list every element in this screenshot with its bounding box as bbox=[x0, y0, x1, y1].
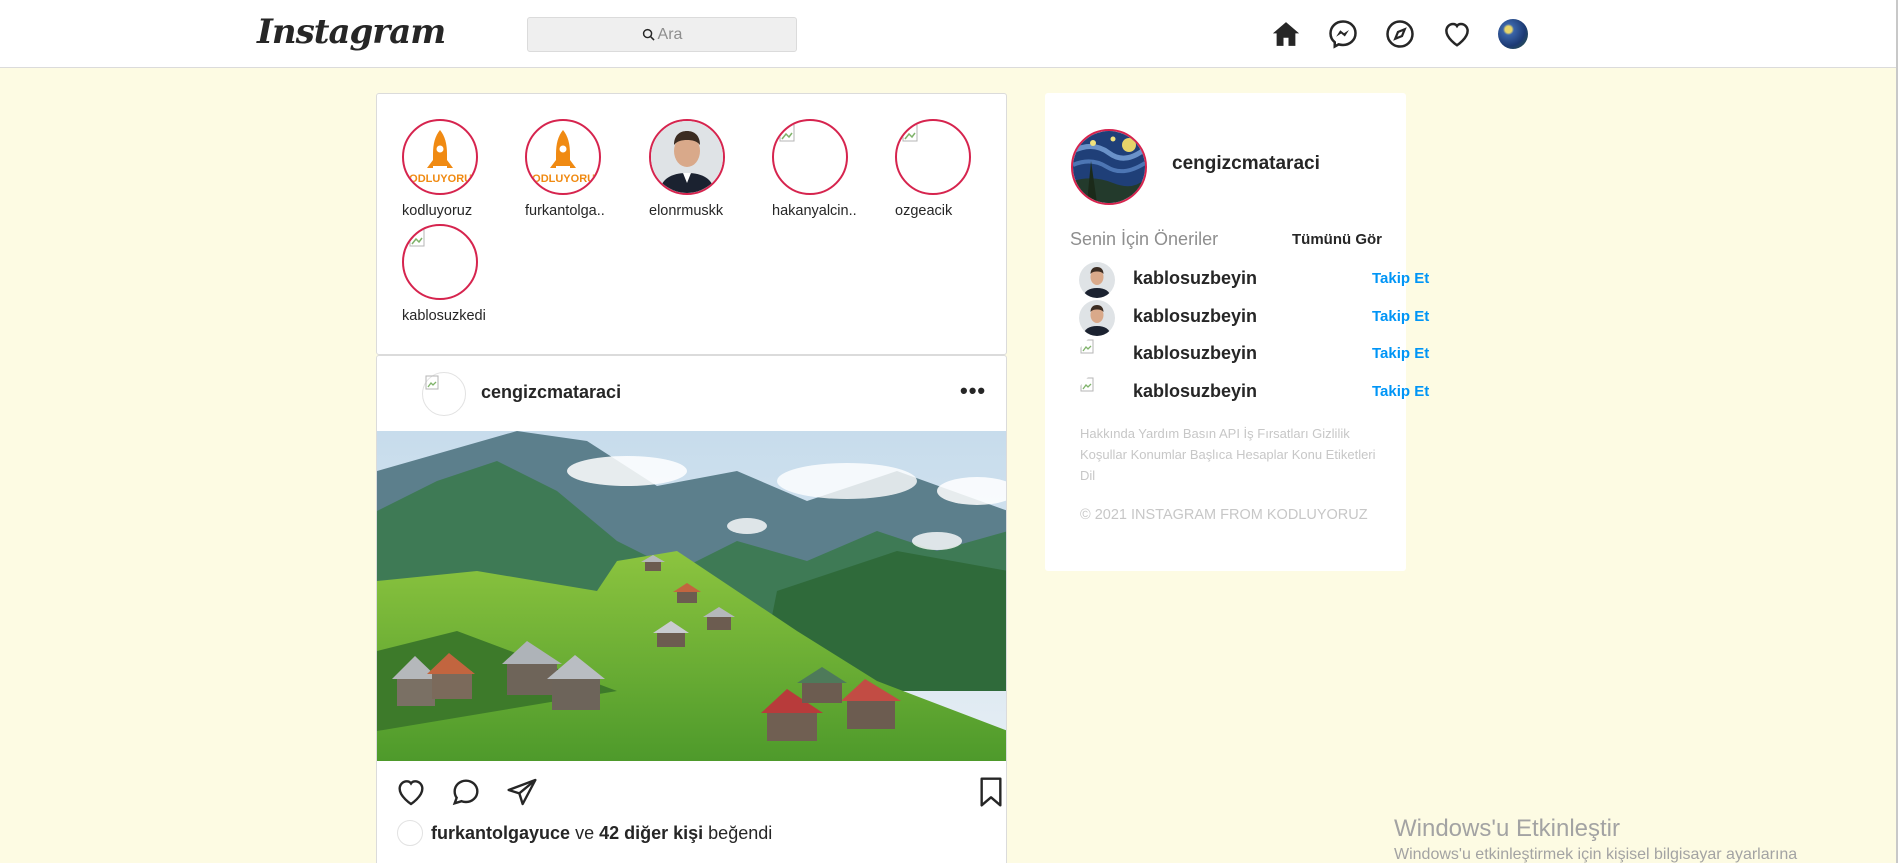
suggestion-avatar[interactable] bbox=[1079, 300, 1115, 336]
broken-image-icon bbox=[902, 124, 918, 142]
follow-button[interactable]: Takip Et bbox=[1372, 308, 1429, 325]
svg-text:KODLUYORUZ: KODLUYORUZ bbox=[405, 173, 475, 185]
heart-icon[interactable] bbox=[1441, 18, 1473, 50]
instagram-logo[interactable]: Instagram bbox=[257, 12, 446, 52]
home-icon[interactable] bbox=[1270, 18, 1302, 50]
story-name: kablosuzkedi bbox=[402, 308, 486, 324]
likes-others[interactable]: 42 diğer kişi bbox=[599, 823, 703, 843]
follow-button[interactable]: Takip Et bbox=[1372, 383, 1429, 400]
more-options-icon[interactable]: ••• bbox=[960, 380, 986, 402]
liker-username[interactable]: furkantolgayuce bbox=[431, 823, 570, 843]
story-name: ozgeacik bbox=[895, 203, 953, 219]
my-avatar[interactable] bbox=[1071, 129, 1147, 205]
rocket-logo-icon: KODLUYORUZ bbox=[405, 130, 475, 185]
suggestion-avatar[interactable] bbox=[1079, 375, 1115, 411]
liker-avatar[interactable] bbox=[397, 820, 423, 846]
story-name: hakanyalcin.. bbox=[772, 203, 857, 219]
story-item[interactable]: ozgeacik bbox=[895, 119, 1005, 219]
windows-activation-title: Windows'u Etkinleştir bbox=[1394, 815, 1620, 842]
my-username[interactable]: cengizcmataraci bbox=[1172, 153, 1320, 175]
broken-image-icon bbox=[425, 375, 439, 390]
rocket-logo-icon: KODLUYORUZ bbox=[528, 130, 598, 185]
follow-button[interactable]: Takip Et bbox=[1372, 270, 1429, 287]
copyright: © 2021 INSTAGRAM FROM KODLUYORUZ bbox=[1080, 507, 1368, 523]
comment-icon[interactable] bbox=[450, 776, 482, 813]
suggestion-name[interactable]: kablosuzbeyin bbox=[1133, 268, 1257, 289]
suggestion-item: kablosuzbeyin Takip Et bbox=[1079, 260, 1429, 298]
like-icon[interactable] bbox=[395, 776, 427, 813]
search-input[interactable]: Ara bbox=[527, 17, 797, 52]
top-nav: Instagram Ara bbox=[0, 0, 1898, 68]
story-name: kodluyoruz bbox=[402, 203, 473, 219]
post-actions bbox=[377, 761, 1006, 821]
stories-tray: KODLUYORUZ kodluyoruz KODLUYORUZ furkant… bbox=[376, 93, 1007, 355]
story-item[interactable]: KODLUYORUZ furkantolga.. bbox=[525, 119, 635, 219]
portrait-image bbox=[651, 121, 723, 193]
suggestion-avatar[interactable] bbox=[1079, 337, 1115, 373]
broken-image-icon bbox=[1080, 377, 1094, 392]
feed-post: cengizcmataraci ••• furkantolgayuce ve 4… bbox=[376, 355, 1007, 863]
story-avatar bbox=[649, 119, 725, 195]
suggestion-name[interactable]: kablosuzbeyin bbox=[1133, 343, 1257, 364]
story-avatar bbox=[895, 119, 971, 195]
story-name: furkantolga.. bbox=[525, 203, 605, 219]
story-name: elonrmuskk bbox=[649, 203, 724, 219]
suggestion-avatar[interactable] bbox=[1079, 262, 1115, 298]
story-item[interactable]: KODLUYORUZ kodluyoruz bbox=[402, 119, 512, 219]
suggestion-name[interactable]: kablosuzbeyin bbox=[1133, 306, 1257, 327]
post-avatar[interactable] bbox=[422, 372, 466, 416]
broken-image-icon bbox=[1080, 339, 1094, 354]
bookmark-icon[interactable] bbox=[977, 776, 1005, 813]
windows-activation-subtitle: Windows'u etkinleştirmek için kişisel bi… bbox=[1394, 846, 1798, 863]
suggestion-item: kablosuzbeyin Takip Et bbox=[1079, 298, 1429, 336]
likes-suffix: beğendi bbox=[708, 822, 773, 843]
svg-text:KODLUYORUZ: KODLUYORUZ bbox=[528, 173, 598, 185]
see-all-link[interactable]: Tümünü Gör bbox=[1292, 231, 1382, 248]
messenger-icon[interactable] bbox=[1327, 18, 1359, 50]
story-item[interactable]: elonrmuskk bbox=[649, 119, 759, 219]
sidebar: cengizcmataraci Senin İçin Öneriler Tümü… bbox=[1045, 93, 1429, 571]
suggestion-name[interactable]: kablosuzbeyin bbox=[1133, 381, 1257, 402]
broken-image-icon bbox=[779, 124, 795, 142]
likes-summary: furkantolgayuce ve 42 diğer kişi beğendi bbox=[397, 820, 772, 846]
broken-image-icon bbox=[409, 229, 425, 247]
post-image[interactable] bbox=[377, 431, 1006, 761]
starry-night-image bbox=[1073, 131, 1145, 203]
story-avatar: KODLUYORUZ bbox=[525, 119, 601, 195]
suggestion-item: kablosuzbeyin Takip Et bbox=[1079, 335, 1429, 373]
likes-conjunction: ve bbox=[575, 822, 595, 843]
story-avatar bbox=[402, 224, 478, 300]
search-placeholder: Ara bbox=[657, 25, 683, 43]
post-username[interactable]: cengizcmataraci bbox=[481, 382, 621, 403]
story-avatar bbox=[772, 119, 848, 195]
share-icon[interactable] bbox=[505, 776, 539, 813]
search-icon bbox=[642, 28, 655, 41]
explore-icon[interactable] bbox=[1384, 18, 1416, 50]
follow-button[interactable]: Takip Et bbox=[1372, 345, 1429, 362]
profile-avatar[interactable] bbox=[1498, 19, 1528, 49]
story-avatar: KODLUYORUZ bbox=[402, 119, 478, 195]
suggestions-title: Senin İçin Öneriler bbox=[1070, 229, 1219, 249]
suggestion-item: kablosuzbeyin Takip Et bbox=[1079, 373, 1429, 411]
post-header: cengizcmataraci ••• bbox=[377, 356, 1006, 431]
footer-links[interactable]: Hakkında Yardım Basın API İş Fırsatları … bbox=[1080, 423, 1380, 486]
story-item[interactable]: hakanyalcin.. bbox=[772, 119, 882, 219]
story-item[interactable]: kablosuzkedi bbox=[402, 224, 512, 324]
